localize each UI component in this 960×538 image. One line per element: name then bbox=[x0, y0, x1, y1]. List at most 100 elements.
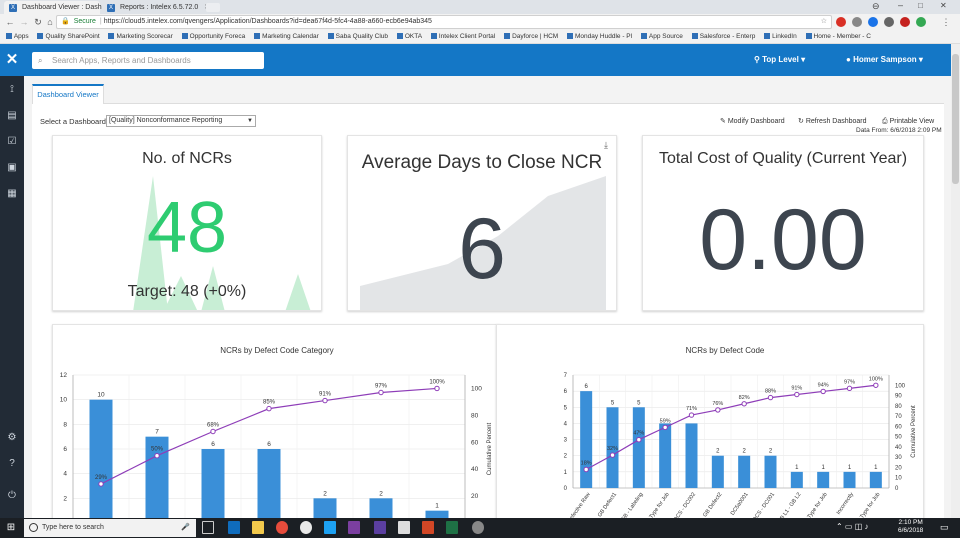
bookmark-item[interactable]: OKTA bbox=[396, 30, 422, 43]
global-search-input[interactable]: ⌕ Search Apps, Reports and Dashboards bbox=[32, 52, 264, 69]
bookmark-item[interactable]: Marketing Scorecar bbox=[108, 30, 173, 43]
tray-icons[interactable]: ⌃ ▭ ◫ ♪ bbox=[836, 522, 869, 531]
url-input[interactable]: 🔒 Secure | https://cloud5.intelex.com/qven… bbox=[56, 15, 832, 29]
skype-icon[interactable] bbox=[324, 521, 336, 534]
chart-title: NCRs by Defect Code bbox=[686, 346, 765, 355]
y2-tick-label: 30 bbox=[895, 455, 902, 461]
file-explorer-icon[interactable] bbox=[252, 521, 264, 534]
share-icon[interactable]: ⟟ bbox=[4, 82, 20, 98]
bar bbox=[659, 423, 672, 488]
bar-value-label: 6 bbox=[211, 441, 215, 448]
kpi-value: 48 bbox=[146, 188, 228, 268]
y-tick-label: 6 bbox=[63, 446, 67, 453]
calendar-icon[interactable]: ▦ bbox=[4, 186, 20, 202]
close-window-icon[interactable]: ✕ bbox=[940, 1, 947, 10]
app-icon[interactable] bbox=[472, 521, 484, 534]
bookmark-item[interactable]: Opportunity Foreca bbox=[181, 30, 245, 43]
cumulative-point bbox=[378, 389, 384, 396]
bookmark-item[interactable]: Quality SharePoint bbox=[37, 30, 100, 43]
reload-icon[interactable]: ↻ bbox=[32, 16, 44, 28]
maximize-icon[interactable]: □ bbox=[918, 1, 923, 10]
location-dropdown[interactable]: ⚲ Top Level ▾ bbox=[754, 44, 805, 76]
bookmark-item[interactable]: Intelex Client Portal bbox=[430, 30, 495, 43]
bookmark-item[interactable]: Dayforce | HCM bbox=[504, 30, 558, 43]
cumulative-label: 88% bbox=[765, 389, 776, 395]
refresh-dashboard-link[interactable]: ↻ Refresh Dashboard bbox=[798, 117, 867, 126]
cumulative-point bbox=[662, 424, 668, 431]
app-icon[interactable] bbox=[300, 521, 312, 534]
calculator-icon[interactable] bbox=[398, 521, 410, 534]
bar-value-label: 2 bbox=[323, 490, 327, 497]
tab-dashboard-viewer[interactable]: Dashboard Viewer bbox=[32, 84, 104, 104]
cumulative-label: 100% bbox=[869, 376, 883, 382]
printable-view-link[interactable]: ⎙ Printable View bbox=[882, 117, 934, 126]
task-check-icon[interactable]: ☑ bbox=[4, 134, 20, 150]
minimize-icon[interactable]: – bbox=[898, 0, 903, 10]
caret-down-icon: ▼ bbox=[247, 118, 253, 124]
bookmark-star-icon[interactable]: ☆ bbox=[821, 16, 827, 28]
cumulative-label: 82% bbox=[739, 395, 750, 401]
extension-icon[interactable] bbox=[884, 17, 894, 27]
help-icon[interactable]: ? bbox=[4, 456, 20, 472]
bookmark-item[interactable]: Saba Quality Club bbox=[327, 30, 388, 43]
excel-icon[interactable] bbox=[446, 521, 458, 534]
settings-icon[interactable]: ⚙ bbox=[4, 430, 20, 446]
bar-value-label: 1 bbox=[795, 465, 799, 471]
taskbar-clock[interactable]: 2:10 PM 6/6/2018 bbox=[898, 519, 923, 535]
cumulative-label: 85% bbox=[263, 400, 276, 406]
intelex-logo-icon[interactable]: ✕ bbox=[0, 44, 24, 76]
bookmark-item[interactable]: Marketing Calendar bbox=[254, 30, 319, 43]
windows-start-icon[interactable]: ⊞ bbox=[0, 518, 22, 538]
powerpoint-icon[interactable] bbox=[422, 521, 434, 534]
cumulative-point bbox=[767, 394, 774, 401]
extension-icon[interactable] bbox=[916, 17, 926, 27]
extension-icon[interactable] bbox=[900, 17, 910, 27]
extension-icon[interactable] bbox=[868, 17, 878, 27]
microphone-icon[interactable]: 🎤 bbox=[181, 519, 190, 537]
scrollbar-thumb[interactable] bbox=[952, 54, 959, 184]
cumulative-point bbox=[98, 481, 104, 487]
bookmark-item[interactable]: LinkedIn bbox=[764, 30, 797, 43]
extension-icon[interactable] bbox=[852, 17, 862, 27]
chrome-icon[interactable] bbox=[276, 521, 288, 534]
y2-tick-label: 20 bbox=[895, 465, 902, 471]
dashboard-icon[interactable]: ▤ bbox=[4, 108, 20, 124]
download-icon[interactable]: ⤓ bbox=[604, 140, 608, 151]
kpi-title: Average Days to Close NCR bbox=[361, 152, 603, 173]
vertical-scrollbar[interactable] bbox=[951, 44, 960, 518]
y2-tick-label: 100 bbox=[895, 383, 906, 389]
bookmark-item[interactable]: App Source bbox=[640, 30, 683, 43]
outlook-icon[interactable] bbox=[228, 521, 240, 534]
x-tick-label: Incorrectly bbox=[836, 492, 856, 516]
profile-icon[interactable]: ⊖ bbox=[872, 1, 880, 12]
bookmark-item[interactable]: Monday Huddle - Pl bbox=[567, 30, 632, 43]
y-tick-label: 12 bbox=[60, 372, 68, 379]
y-tick-label: 4 bbox=[564, 421, 568, 427]
home-icon[interactable]: ⌂ bbox=[44, 16, 56, 28]
user-menu[interactable]: ● Homer Sampson ▾ bbox=[846, 44, 923, 76]
forward-icon[interactable]: → bbox=[18, 16, 30, 28]
bookmark-item[interactable]: Home - Member - C bbox=[805, 30, 871, 43]
extension-icon[interactable] bbox=[836, 17, 846, 27]
modify-dashboard-link[interactable]: ✎ Modify Dashboard bbox=[720, 117, 785, 126]
bookmark-item[interactable]: Apps bbox=[5, 30, 29, 43]
back-icon[interactable]: ← bbox=[4, 16, 16, 28]
teams-icon[interactable] bbox=[374, 521, 386, 534]
menu-icon[interactable]: ⋮ bbox=[940, 16, 952, 28]
chart-card-defect-category: NCRs by Defect Code Category 24681012020… bbox=[52, 324, 500, 524]
onenote-icon[interactable] bbox=[348, 521, 360, 534]
browser-tab-reports[interactable]: X Reports : Intelex 6.5.72.0✕ bbox=[102, 1, 210, 14]
task-view-icon[interactable] bbox=[202, 521, 214, 534]
bookmark-item[interactable]: Salesforce - Enterp bbox=[691, 30, 755, 43]
notifications-icon[interactable]: ▭ bbox=[940, 522, 949, 533]
y-tick-label: 5 bbox=[564, 405, 568, 411]
new-tab-button[interactable] bbox=[206, 3, 220, 12]
browser-tab-dashboard[interactable]: X Dashboard Viewer : Dash✕ bbox=[4, 1, 114, 14]
y-tick-label: 2 bbox=[564, 454, 568, 460]
logout-icon[interactable]: ⏻ bbox=[4, 488, 20, 504]
checklist-icon[interactable]: ▣ bbox=[4, 160, 20, 176]
taskbar-search-input[interactable]: Type here to search 🎤 bbox=[24, 519, 196, 537]
cumulative-point bbox=[873, 382, 879, 388]
dashboard-select[interactable]: [Quality] Nonconformance Reporting ▼ bbox=[106, 115, 256, 127]
bar-value-label: 2 bbox=[742, 449, 746, 455]
